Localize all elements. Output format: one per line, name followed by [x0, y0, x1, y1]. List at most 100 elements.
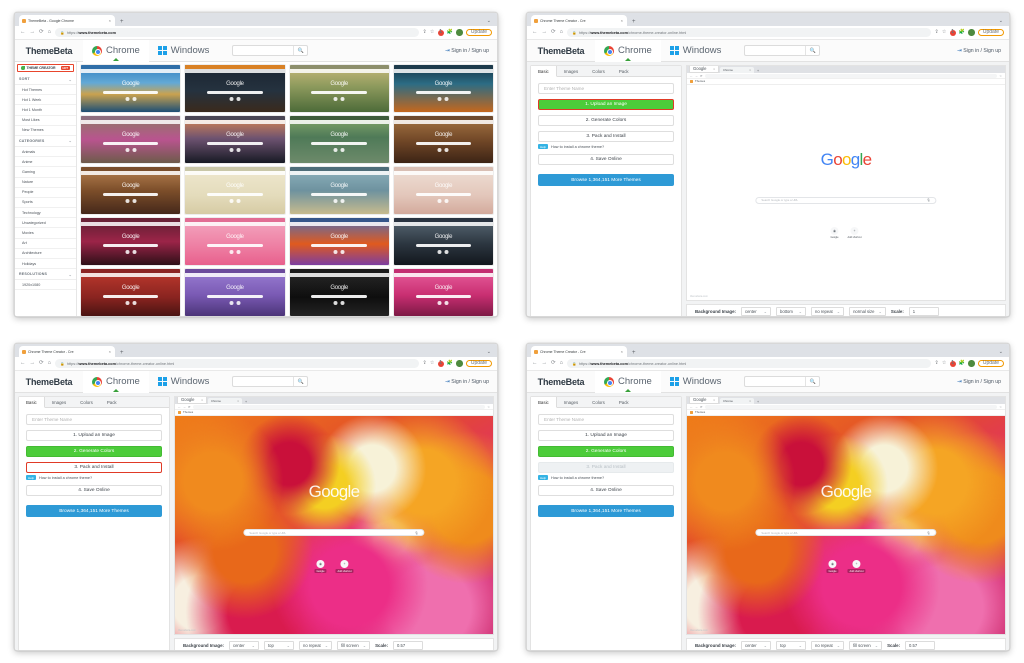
preview-shortcut[interactable]: ◉ Google	[830, 226, 839, 239]
preview-shortcut[interactable]: + Add shortcut	[848, 226, 862, 239]
site-logo[interactable]: ThemeBeta	[15, 46, 83, 56]
close-icon[interactable]: ×	[749, 68, 751, 72]
nav-tab-chrome[interactable]: Chrome	[83, 371, 149, 393]
bg-position-x-select[interactable]: center ⌄	[741, 641, 771, 650]
address-bar[interactable]: 🔒 https://www.themebeta.com/chrome-theme…	[54, 359, 419, 368]
tab-basic[interactable]: Basic	[19, 397, 45, 408]
sidebar-item-uncategorized[interactable]: Uncategorized	[15, 218, 76, 229]
bg-position-y-select[interactable]: bottom ⌄	[776, 307, 806, 316]
tab-colors[interactable]: Colors	[585, 397, 612, 407]
share-icon[interactable]: ⇪	[935, 30, 939, 35]
theme-thumbnail[interactable]: Google	[393, 167, 493, 214]
theme-thumbnail[interactable]: Google	[289, 218, 389, 265]
theme-thumbnail[interactable]: Google	[185, 167, 285, 214]
preview-tab[interactable]: Chrome ×	[208, 398, 242, 404]
step-button-upload[interactable]: 1. Upload an Image	[26, 430, 162, 441]
step-button-pack[interactable]: 3. Pack and Install	[26, 462, 162, 473]
microphone-icon[interactable]: 🎙	[927, 198, 931, 202]
extensions-icon[interactable]: 🧩	[959, 30, 965, 35]
avatar[interactable]	[456, 29, 463, 36]
search-input[interactable]	[745, 377, 805, 386]
home-icon[interactable]: ⌂	[560, 29, 563, 36]
theme-thumbnail[interactable]: Google	[393, 116, 493, 163]
bg-position-x-select[interactable]: center ⌄	[229, 641, 259, 650]
search-box[interactable]: 🔍	[232, 45, 309, 56]
bg-size-select[interactable]: normal size ⌄	[849, 307, 886, 316]
update-button[interactable]: Update	[465, 28, 492, 37]
preview-tab[interactable]: Chrome ×	[720, 67, 754, 73]
share-icon[interactable]: ⇪	[423, 30, 427, 35]
share-icon[interactable]: ⇪	[423, 361, 427, 366]
window-controls[interactable]: ⌄	[487, 349, 493, 355]
update-button[interactable]: Update	[977, 359, 1004, 368]
preview-tab[interactable]: Chrome ×	[720, 398, 754, 404]
bg-repeat-select[interactable]: no repeat ⌄	[811, 641, 845, 650]
bg-position-y-select[interactable]: top ⌄	[776, 641, 806, 650]
search-icon[interactable]: 🔍	[293, 377, 307, 386]
sidebar-item-sports[interactable]: Sports	[15, 198, 76, 209]
sidebar-section-sort[interactable]: SORT ⌄	[15, 74, 76, 85]
browse-themes-button[interactable]: Browse 1,364,151 More Themes	[26, 505, 162, 518]
preview-shortcut[interactable]: + Add shortcut	[335, 559, 354, 574]
step-button-generate[interactable]: 2. Generate Colors	[26, 446, 162, 457]
extensions-icon[interactable]: 🧩	[959, 361, 965, 366]
sidebar-item-nature[interactable]: Nature	[15, 178, 76, 188]
reload-icon[interactable]: ⟳	[551, 29, 556, 36]
signin-link[interactable]: ⇥ Sign in / Sign up	[445, 379, 489, 385]
theme-name-input[interactable]: Enter Theme Name	[538, 414, 674, 425]
theme-thumbnail[interactable]: Google	[289, 269, 389, 316]
nav-tab-chrome[interactable]: Chrome	[83, 40, 149, 62]
close-icon[interactable]: ×	[713, 67, 715, 71]
preview-tab[interactable]: Google ×	[177, 397, 207, 404]
sidebar-item-most likes[interactable]: Most Likes	[15, 116, 76, 126]
sidebar-item-people[interactable]: People	[15, 188, 76, 198]
reload-icon[interactable]: ⟳	[551, 360, 556, 367]
forward-arrow-icon[interactable]: →	[542, 29, 548, 36]
nav-tab-chrome[interactable]: Chrome	[595, 40, 661, 62]
nav-tab-chrome[interactable]: Chrome	[595, 371, 661, 393]
bg-size-select[interactable]: fill screen ⌄	[849, 641, 883, 650]
back-arrow-icon[interactable]: ←	[532, 360, 538, 367]
bookmark-star-icon[interactable]: ☆	[430, 361, 434, 366]
forward-arrow-icon[interactable]: →	[30, 360, 36, 367]
help-link[interactable]: How to install a chrome theme?	[39, 476, 92, 480]
theme-thumbnail[interactable]: Google	[393, 65, 493, 112]
tab-images[interactable]: Images	[557, 66, 585, 76]
address-bar[interactable]: 🔒 https://www.themebeta.com/chrome-theme…	[566, 28, 931, 37]
step-button-generate[interactable]: 2. Generate Colors	[538, 115, 674, 126]
search-input[interactable]	[233, 377, 293, 386]
preview-tab[interactable]: Google ×	[689, 397, 719, 404]
bookmark-star-icon[interactable]: ☆	[942, 361, 946, 366]
help-link[interactable]: How to install a chrome theme?	[551, 476, 604, 480]
window-controls[interactable]: ⌄	[999, 349, 1005, 355]
close-icon[interactable]: ×	[621, 349, 623, 354]
sidebar-item-hot 1 month[interactable]: Hot 1 Month	[15, 105, 76, 116]
theme-thumbnail[interactable]: Google	[289, 167, 389, 214]
preview-tab[interactable]: Google ×	[689, 66, 719, 73]
back-arrow-icon[interactable]: ←	[532, 29, 538, 36]
back-arrow-icon[interactable]: ←	[20, 360, 26, 367]
search-box[interactable]: 🔍	[744, 376, 821, 387]
theme-name-input[interactable]: Enter Theme Name	[26, 414, 162, 425]
sidebar-item-hot 1 week[interactable]: Hot 1 Week	[15, 95, 76, 106]
signin-link[interactable]: ⇥ Sign in / Sign up	[957, 48, 1001, 54]
reload-icon[interactable]: ⟳	[700, 405, 703, 409]
microphone-icon[interactable]: 🎙	[415, 531, 419, 535]
scale-input[interactable]: 1	[908, 307, 939, 316]
step-button-pack[interactable]: 3. Pack and Install	[538, 462, 674, 473]
preview-address-bar[interactable]	[704, 73, 998, 78]
home-icon[interactable]: ⌂	[560, 360, 563, 367]
home-icon[interactable]: ⌂	[48, 360, 51, 367]
browse-themes-button[interactable]: Browse 1,364,151 More Themes	[538, 174, 674, 187]
scale-input[interactable]: 0.57	[905, 641, 936, 650]
theme-thumbnail[interactable]: Google	[81, 269, 181, 316]
tab-images[interactable]: Images	[557, 397, 585, 407]
theme-thumbnail[interactable]: Google	[185, 218, 285, 265]
forward-arrow-icon[interactable]: →	[542, 360, 548, 367]
sidebar-item-architecture[interactable]: Architecture	[15, 249, 76, 259]
avatar[interactable]	[456, 360, 463, 367]
theme-thumbnail[interactable]: Google	[289, 116, 389, 163]
back-arrow-icon[interactable]: ←	[20, 29, 26, 36]
bg-repeat-select[interactable]: no repeat ⌄	[811, 307, 845, 316]
theme-thumbnail[interactable]: Google	[185, 116, 285, 163]
